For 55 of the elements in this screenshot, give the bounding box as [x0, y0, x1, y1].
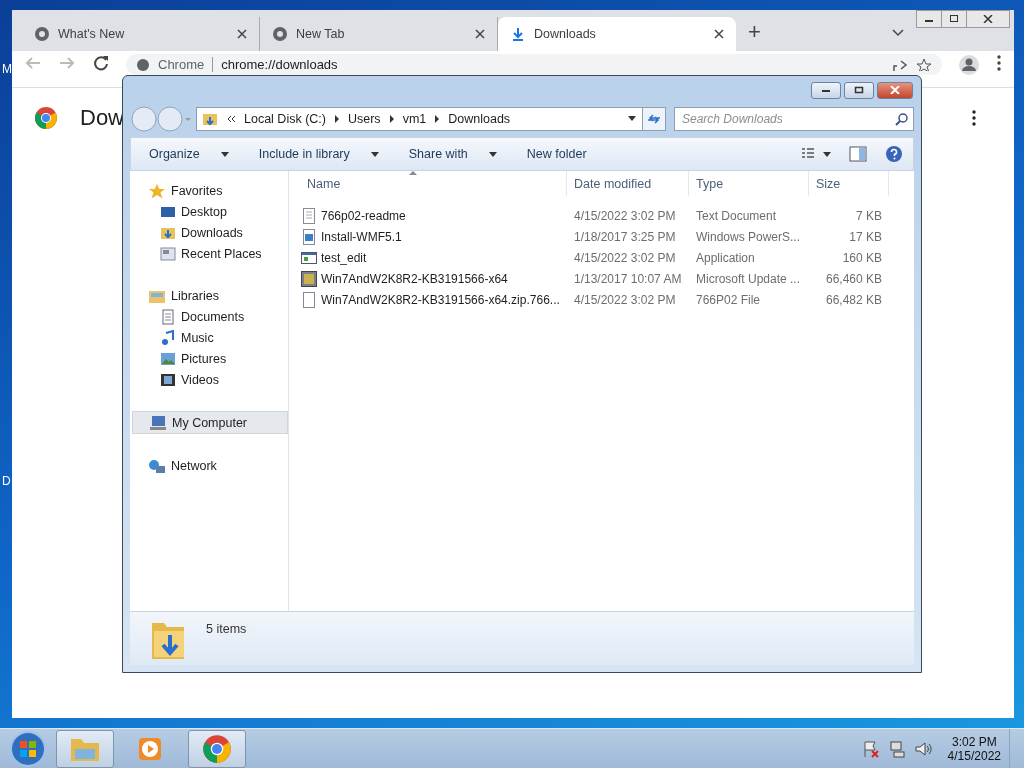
file-name-cell[interactable]: Install-WMF5.1	[289, 226, 567, 247]
clock[interactable]: 3:02 PM 4/15/2022	[947, 734, 1001, 763]
date-cell-text: 4/15/2022 3:02 PM	[573, 207, 677, 225]
address-bar[interactable]: Local Disk (C:) Users vm1 Downloads	[196, 107, 643, 131]
nav-item[interactable]: Videos	[130, 369, 288, 390]
date-cell-text: 4/15/2022 3:02 PM	[573, 291, 677, 309]
size-cell-text: 160 KB	[841, 249, 883, 267]
file-name-cell[interactable]: 766p02-readme	[289, 205, 567, 226]
nav-item[interactable]: Desktop	[130, 201, 288, 222]
size-cell-text: 66,460 KB	[824, 270, 883, 288]
item-count: 5 items	[206, 622, 247, 636]
size-cell-text: 17 KB	[848, 228, 883, 246]
nav-item[interactable]: Music	[130, 327, 288, 348]
date-cell-text: 1/13/2017 10:07 AM	[573, 270, 683, 288]
browser-tab[interactable]: What's New	[22, 17, 260, 51]
browser-tab[interactable]: Downloads	[498, 17, 736, 51]
breadcrumb-item[interactable]: Local Disk (C:)	[244, 112, 326, 126]
type-cell-text: 766P02 File	[695, 291, 762, 309]
breadcrumb-item[interactable]: Downloads	[448, 112, 511, 126]
nav-item[interactable]: Recent Places	[130, 243, 288, 264]
nav-item[interactable]: Network	[130, 455, 288, 476]
browser-tab[interactable]: New Tab	[260, 17, 498, 51]
nav-item[interactable]: My Computer	[132, 411, 288, 434]
type-cell-text: Microsoft Update ...	[695, 270, 802, 288]
size-cell-text: 7 KB	[855, 207, 883, 225]
breadcrumb-item[interactable]: Users	[347, 112, 381, 126]
nav-item[interactable]: Pictures	[130, 348, 288, 369]
column-header[interactable]: Size	[809, 171, 889, 196]
new-tab-button[interactable]: +	[748, 19, 761, 45]
address-bar[interactable]: Chrome chrome://downloads	[126, 54, 942, 75]
size-cell-text: 66,482 KB	[824, 291, 883, 309]
file-name-cell[interactable]: Win7AndW2K8R2-KB3191566-x64.zip.766...	[289, 289, 567, 310]
date-cell-text: 1/18/2017 3:25 PM	[573, 228, 677, 246]
toolbar-button[interactable]: Share with	[398, 143, 507, 165]
nav-item[interactable]: Favorites	[130, 180, 288, 201]
nav-item[interactable]: Documents	[130, 306, 288, 327]
type-cell-text: Text Document	[695, 207, 778, 225]
file-name-cell[interactable]: Win7AndW2K8R2-KB3191566-x64	[289, 268, 567, 289]
nav-item[interactable]: Downloads	[130, 222, 288, 243]
type-cell-text: Windows PowerS...	[695, 228, 802, 246]
breadcrumb-item[interactable]: vm1	[402, 112, 427, 126]
page-title: Dow	[80, 105, 124, 131]
toolbar-button[interactable]: Include in library	[248, 143, 389, 165]
file-name-cell[interactable]: test_edit	[289, 247, 567, 268]
column-header[interactable]: Name	[289, 171, 567, 196]
toolbar-button[interactable]: Organize	[139, 143, 239, 165]
search-field[interactable]: Search Downloads	[674, 107, 914, 131]
nav-item[interactable]: Libraries	[130, 285, 288, 306]
desktop-icon-label[interactable]: D	[2, 474, 11, 488]
date-cell-text: 4/15/2022 3:02 PM	[573, 249, 677, 267]
column-header[interactable]: Type	[689, 171, 809, 196]
type-cell-text: Application	[695, 249, 756, 267]
desktop-icon-label[interactable]: M	[2, 62, 12, 76]
toolbar-button[interactable]: New folder	[516, 143, 597, 165]
column-header[interactable]: Date modified	[567, 171, 689, 196]
